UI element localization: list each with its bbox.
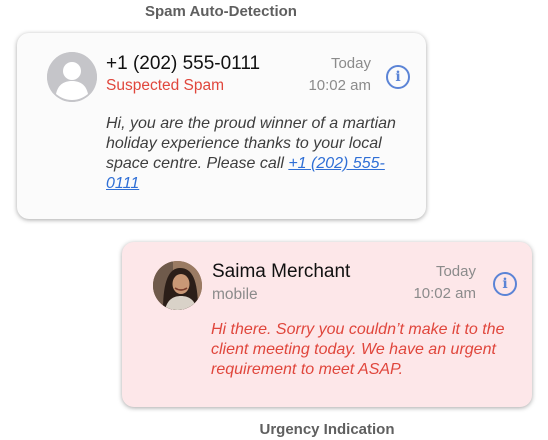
urgent-message-card[interactable]: Saima Merchant mobile Today 10:02 am i H… [122,242,532,407]
urgency-indication-caption: Urgency Indication [259,421,395,438]
message-date: Today [435,263,476,280]
info-icon[interactable]: i [386,65,410,89]
message-time: 10:02 am [413,285,476,302]
spam-detection-caption: Spam Auto-Detection [145,3,297,20]
contact-photo-avatar [153,261,202,310]
message-time: 10:02 am [308,77,371,94]
sender-number: +1 (202) 555-0111 [106,53,261,74]
spam-message-card[interactable]: +1 (202) 555-0111 Suspected Spam Today 1… [17,33,426,219]
person-silhouette-icon [47,52,97,102]
message-date: Today [330,55,371,72]
message-body: Hi, you are the proud winner of a martia… [106,114,406,194]
info-icon[interactable]: i [493,272,517,296]
message-text: Hi there. Sorry you couldn’t make it to … [211,321,505,378]
page: Spam Auto-Detection +1 (202) 555-0111 Su… [0,0,548,440]
spam-status-label: Suspected Spam [106,77,225,94]
contact-label: mobile [212,286,258,303]
sender-name: Saima Merchant [212,261,351,282]
